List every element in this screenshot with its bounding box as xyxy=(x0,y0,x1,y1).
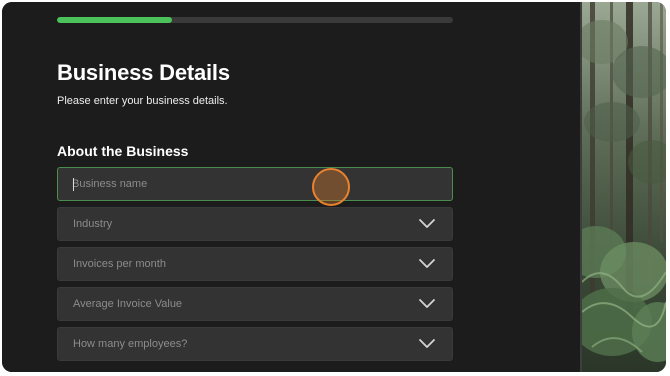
chevron-down-icon xyxy=(419,339,435,348)
business-name-field[interactable] xyxy=(57,167,453,201)
progress-bar xyxy=(57,17,453,23)
business-name-input[interactable] xyxy=(58,168,452,200)
chevron-down-icon xyxy=(419,219,435,228)
section-title: About the Business xyxy=(57,143,189,159)
page-title: Business Details xyxy=(57,60,230,85)
employees-select-label: How many employees? xyxy=(73,338,188,350)
progress-bar-fill xyxy=(57,17,172,23)
chevron-down-icon xyxy=(419,259,435,268)
text-caret xyxy=(73,178,74,191)
chevron-down-icon xyxy=(419,299,435,308)
forest-image xyxy=(566,2,666,372)
average-invoice-value-label: Average Invoice Value xyxy=(73,298,183,310)
page-subtitle: Please enter your business details. xyxy=(57,95,228,107)
invoices-per-month-select[interactable]: Invoices per month xyxy=(57,247,453,281)
invoices-per-month-label: Invoices per month xyxy=(73,258,166,270)
industry-select-label: Industry xyxy=(73,218,113,230)
app-window: Business Details Please enter your busin… xyxy=(2,2,666,372)
forest-illustration xyxy=(566,2,666,372)
form-panel: Business Details Please enter your busin… xyxy=(2,2,580,372)
employees-select[interactable]: How many employees? xyxy=(57,327,453,361)
industry-select[interactable]: Industry xyxy=(57,207,453,241)
average-invoice-value-select[interactable]: Average Invoice Value xyxy=(57,287,453,321)
